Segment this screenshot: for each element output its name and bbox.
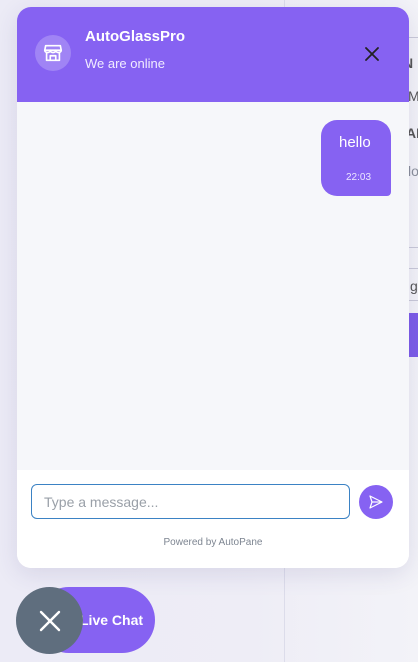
- user-message-bubble: hello 22:03: [321, 120, 391, 196]
- powered-by: Powered by AutoPane: [163, 537, 263, 548]
- chat-toggle-button[interactable]: [16, 587, 83, 654]
- chat-window: AutoGlassPro We are online hello 22:03 P…: [17, 7, 409, 568]
- message-time: 22:03: [346, 172, 372, 183]
- store-icon: [35, 35, 71, 71]
- live-chat-label: Live Chat: [80, 612, 144, 628]
- underlying-text-fragment: g: [410, 278, 418, 294]
- online-status: We are online: [85, 56, 165, 71]
- message-composer: Powered by AutoPane: [17, 470, 409, 568]
- send-button[interactable]: [359, 485, 393, 519]
- message-text: hello: [339, 134, 371, 151]
- underlying-text-fragment: M: [408, 88, 418, 104]
- underlying-text-fragment: lo: [408, 163, 418, 179]
- chat-header: AutoGlassPro We are online: [17, 7, 409, 102]
- message-list[interactable]: hello 22:03: [17, 102, 409, 470]
- message-input[interactable]: [31, 484, 350, 519]
- send-icon: [369, 495, 383, 509]
- close-icon[interactable]: [361, 43, 383, 65]
- close-icon: [39, 610, 60, 631]
- chat-title: AutoGlassPro: [85, 28, 186, 45]
